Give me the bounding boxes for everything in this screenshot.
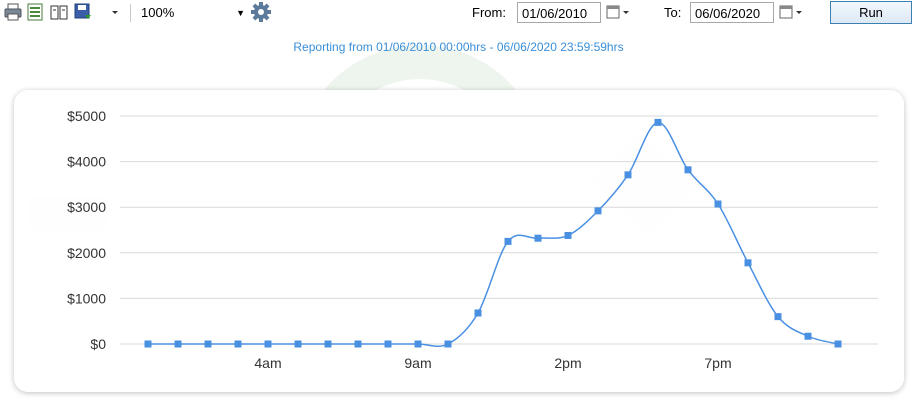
y-tick-label: $4000: [67, 154, 106, 170]
data-point: [564, 231, 572, 239]
data-point: [714, 200, 722, 208]
data-point: [324, 340, 332, 348]
data-point: [774, 313, 782, 321]
y-tick-label: $1000: [67, 290, 106, 306]
data-point: [624, 171, 632, 179]
revenue-line-chart: $0 $1000 $2000 $3000 $4000 $5000 4am 9am 2pm 7pm: [67, 108, 878, 371]
data-point: [264, 340, 272, 348]
x-tick-label: 9am: [404, 355, 431, 371]
x-tick-label: 7pm: [704, 355, 731, 371]
data-point: [534, 234, 542, 242]
y-tick-label: $3000: [67, 199, 106, 215]
data-point: [444, 340, 452, 348]
x-tick-label: 2pm: [554, 355, 581, 371]
data-point: [204, 340, 212, 348]
data-point: [144, 340, 152, 348]
data-point: [594, 207, 602, 215]
data-point: [474, 309, 482, 317]
data-point: [414, 340, 422, 348]
data-point: [834, 340, 842, 348]
data-point: [234, 340, 242, 348]
data-point: [804, 332, 812, 340]
series-line: [147, 121, 839, 348]
data-point: [294, 340, 302, 348]
data-point: [684, 166, 692, 174]
y-tick-label: $5000: [67, 108, 106, 124]
data-point: [654, 118, 662, 126]
data-point: [744, 259, 752, 267]
y-tick-label: $0: [90, 336, 106, 352]
y-tick-label: $2000: [67, 245, 106, 261]
data-point: [504, 237, 512, 245]
data-point: [174, 340, 182, 348]
data-point: [354, 340, 362, 348]
x-tick-label: 4am: [254, 355, 281, 371]
data-point: [384, 340, 392, 348]
